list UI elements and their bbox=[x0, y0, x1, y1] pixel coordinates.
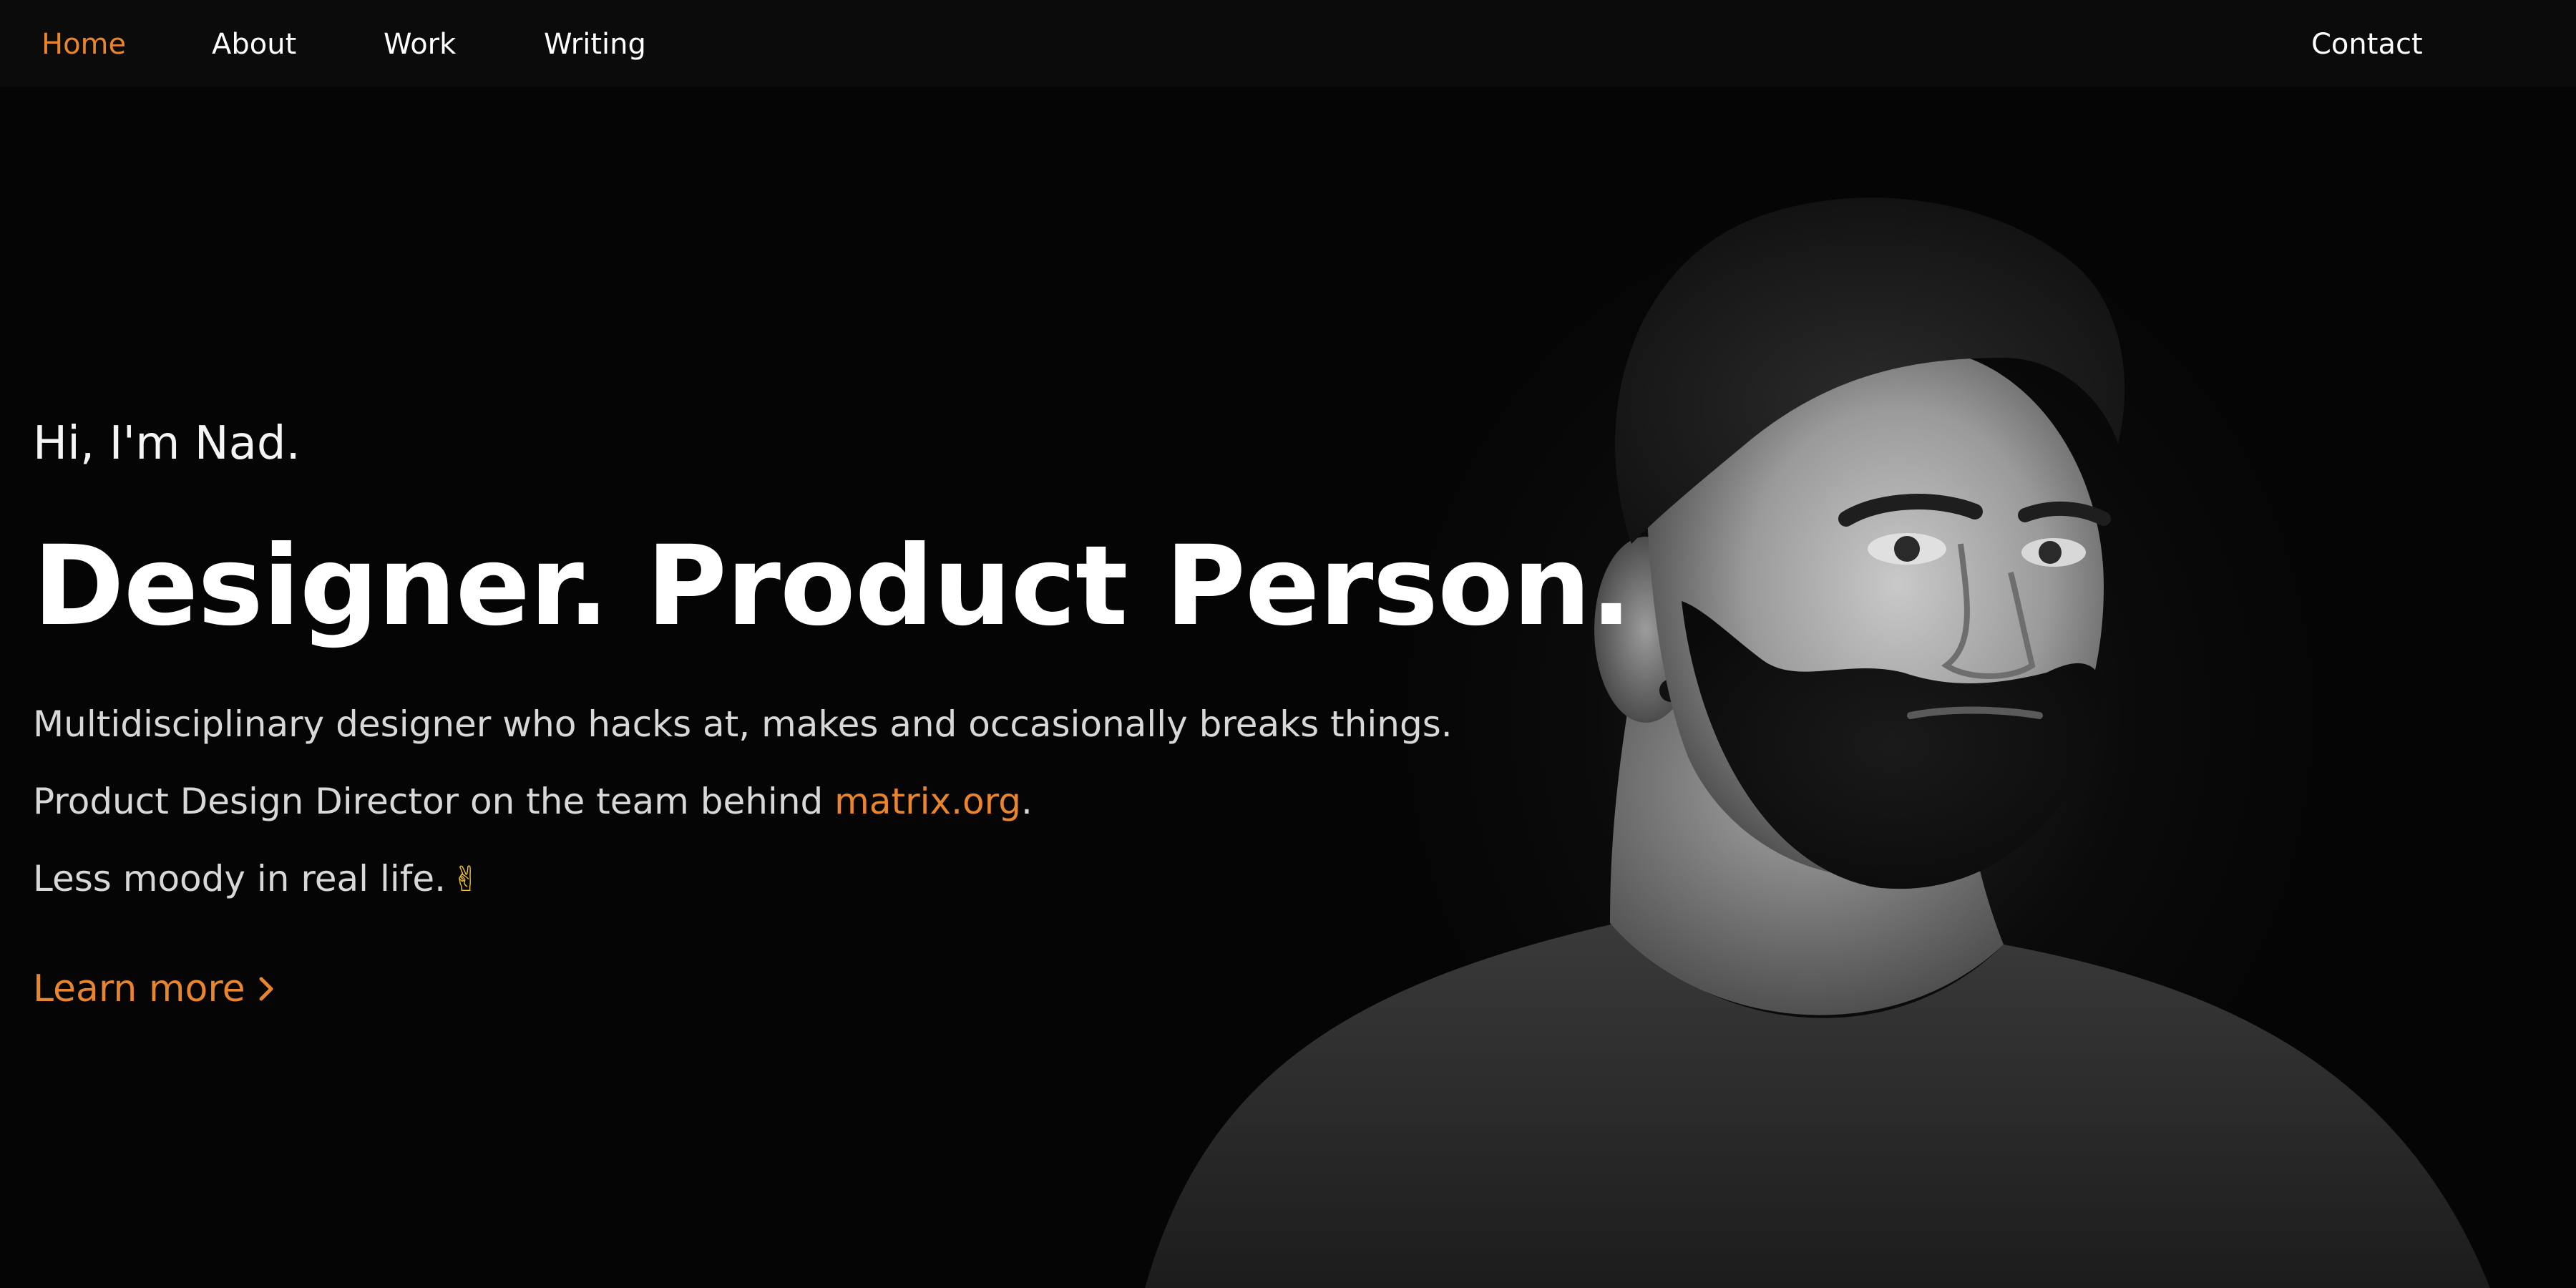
victory-hand-icon: ✌ bbox=[452, 859, 481, 899]
hero-headline: Designer. Product Person. bbox=[33, 522, 1632, 650]
learn-more-link[interactable]: Learn more bbox=[33, 966, 277, 1012]
hero-role-suffix: . bbox=[1021, 781, 1033, 822]
hero-role-prefix: Product Design Director on the team behi… bbox=[33, 781, 835, 822]
nav-item-writing[interactable]: Writing bbox=[544, 26, 646, 62]
page-background: Home About Work Writing Contact Hi, I'm … bbox=[0, 0, 2576, 1288]
hero-tagline-text: Less moody in real life. bbox=[33, 858, 447, 899]
nav-item-work[interactable]: Work bbox=[384, 26, 456, 62]
hero-role: Product Design Director on the team behi… bbox=[33, 779, 1033, 824]
nav-item-home[interactable]: Home bbox=[42, 26, 126, 62]
nav-item-about[interactable]: About bbox=[212, 26, 296, 62]
hero-tagline: Less moody in real life. ✌ bbox=[33, 856, 480, 902]
nav-item-contact[interactable]: Contact bbox=[2311, 26, 2423, 62]
learn-more-label: Learn more bbox=[33, 967, 245, 1010]
top-nav: Home About Work Writing Contact bbox=[0, 0, 2576, 87]
hero-greeting: Hi, I'm Nad. bbox=[33, 417, 301, 470]
hero-description: Multidisciplinary designer who hacks at,… bbox=[33, 703, 1453, 745]
chevron-right-icon bbox=[259, 977, 273, 1001]
matrix-link[interactable]: matrix.org bbox=[834, 781, 1021, 822]
